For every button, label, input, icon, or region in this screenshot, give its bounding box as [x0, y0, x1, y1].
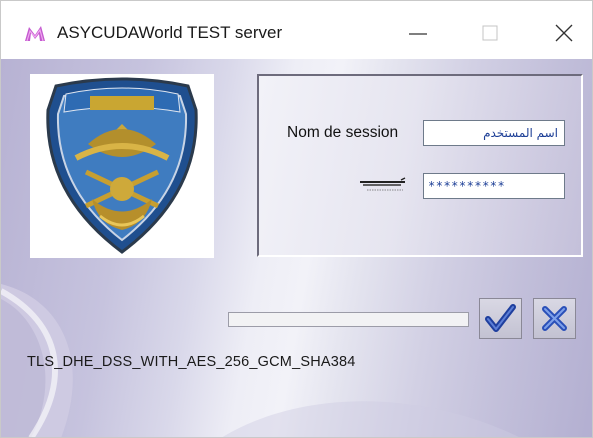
minimize-icon	[409, 33, 427, 35]
ok-button[interactable]	[479, 298, 522, 339]
credentials-panel: Nom de session اسم المستخدم **********	[257, 74, 583, 257]
cancel-button[interactable]	[533, 298, 576, 339]
title-bar[interactable]: ASYCUDAWorld TEST server	[1, 1, 592, 59]
asycuda-logo-icon	[25, 26, 45, 42]
arabic-password-label-graphic	[360, 177, 406, 191]
session-name-label: Nom de session	[287, 124, 399, 141]
close-icon	[555, 24, 573, 42]
checkmark-icon	[485, 304, 516, 332]
dialog-body: Nom de session اسم المستخدم ********** T…	[1, 59, 592, 437]
login-dialog-window: ASYCUDAWorld TEST server Nom de session …	[0, 0, 593, 438]
progress-bar	[228, 312, 469, 327]
minimize-button[interactable]	[396, 13, 442, 53]
cipher-suite-text: TLS_DHE_DSS_WITH_AES_256_GCM_SHA384	[27, 354, 356, 370]
maximize-button[interactable]	[468, 13, 514, 53]
maximize-icon	[482, 25, 498, 41]
window-title: ASYCUDAWorld TEST server	[57, 23, 283, 42]
close-button[interactable]	[541, 13, 587, 53]
customs-emblem-icon	[46, 77, 198, 254]
x-icon	[542, 306, 567, 331]
password-input[interactable]: **********	[423, 173, 565, 199]
logo-panel	[30, 74, 214, 258]
session-name-input[interactable]: اسم المستخدم	[423, 120, 565, 146]
